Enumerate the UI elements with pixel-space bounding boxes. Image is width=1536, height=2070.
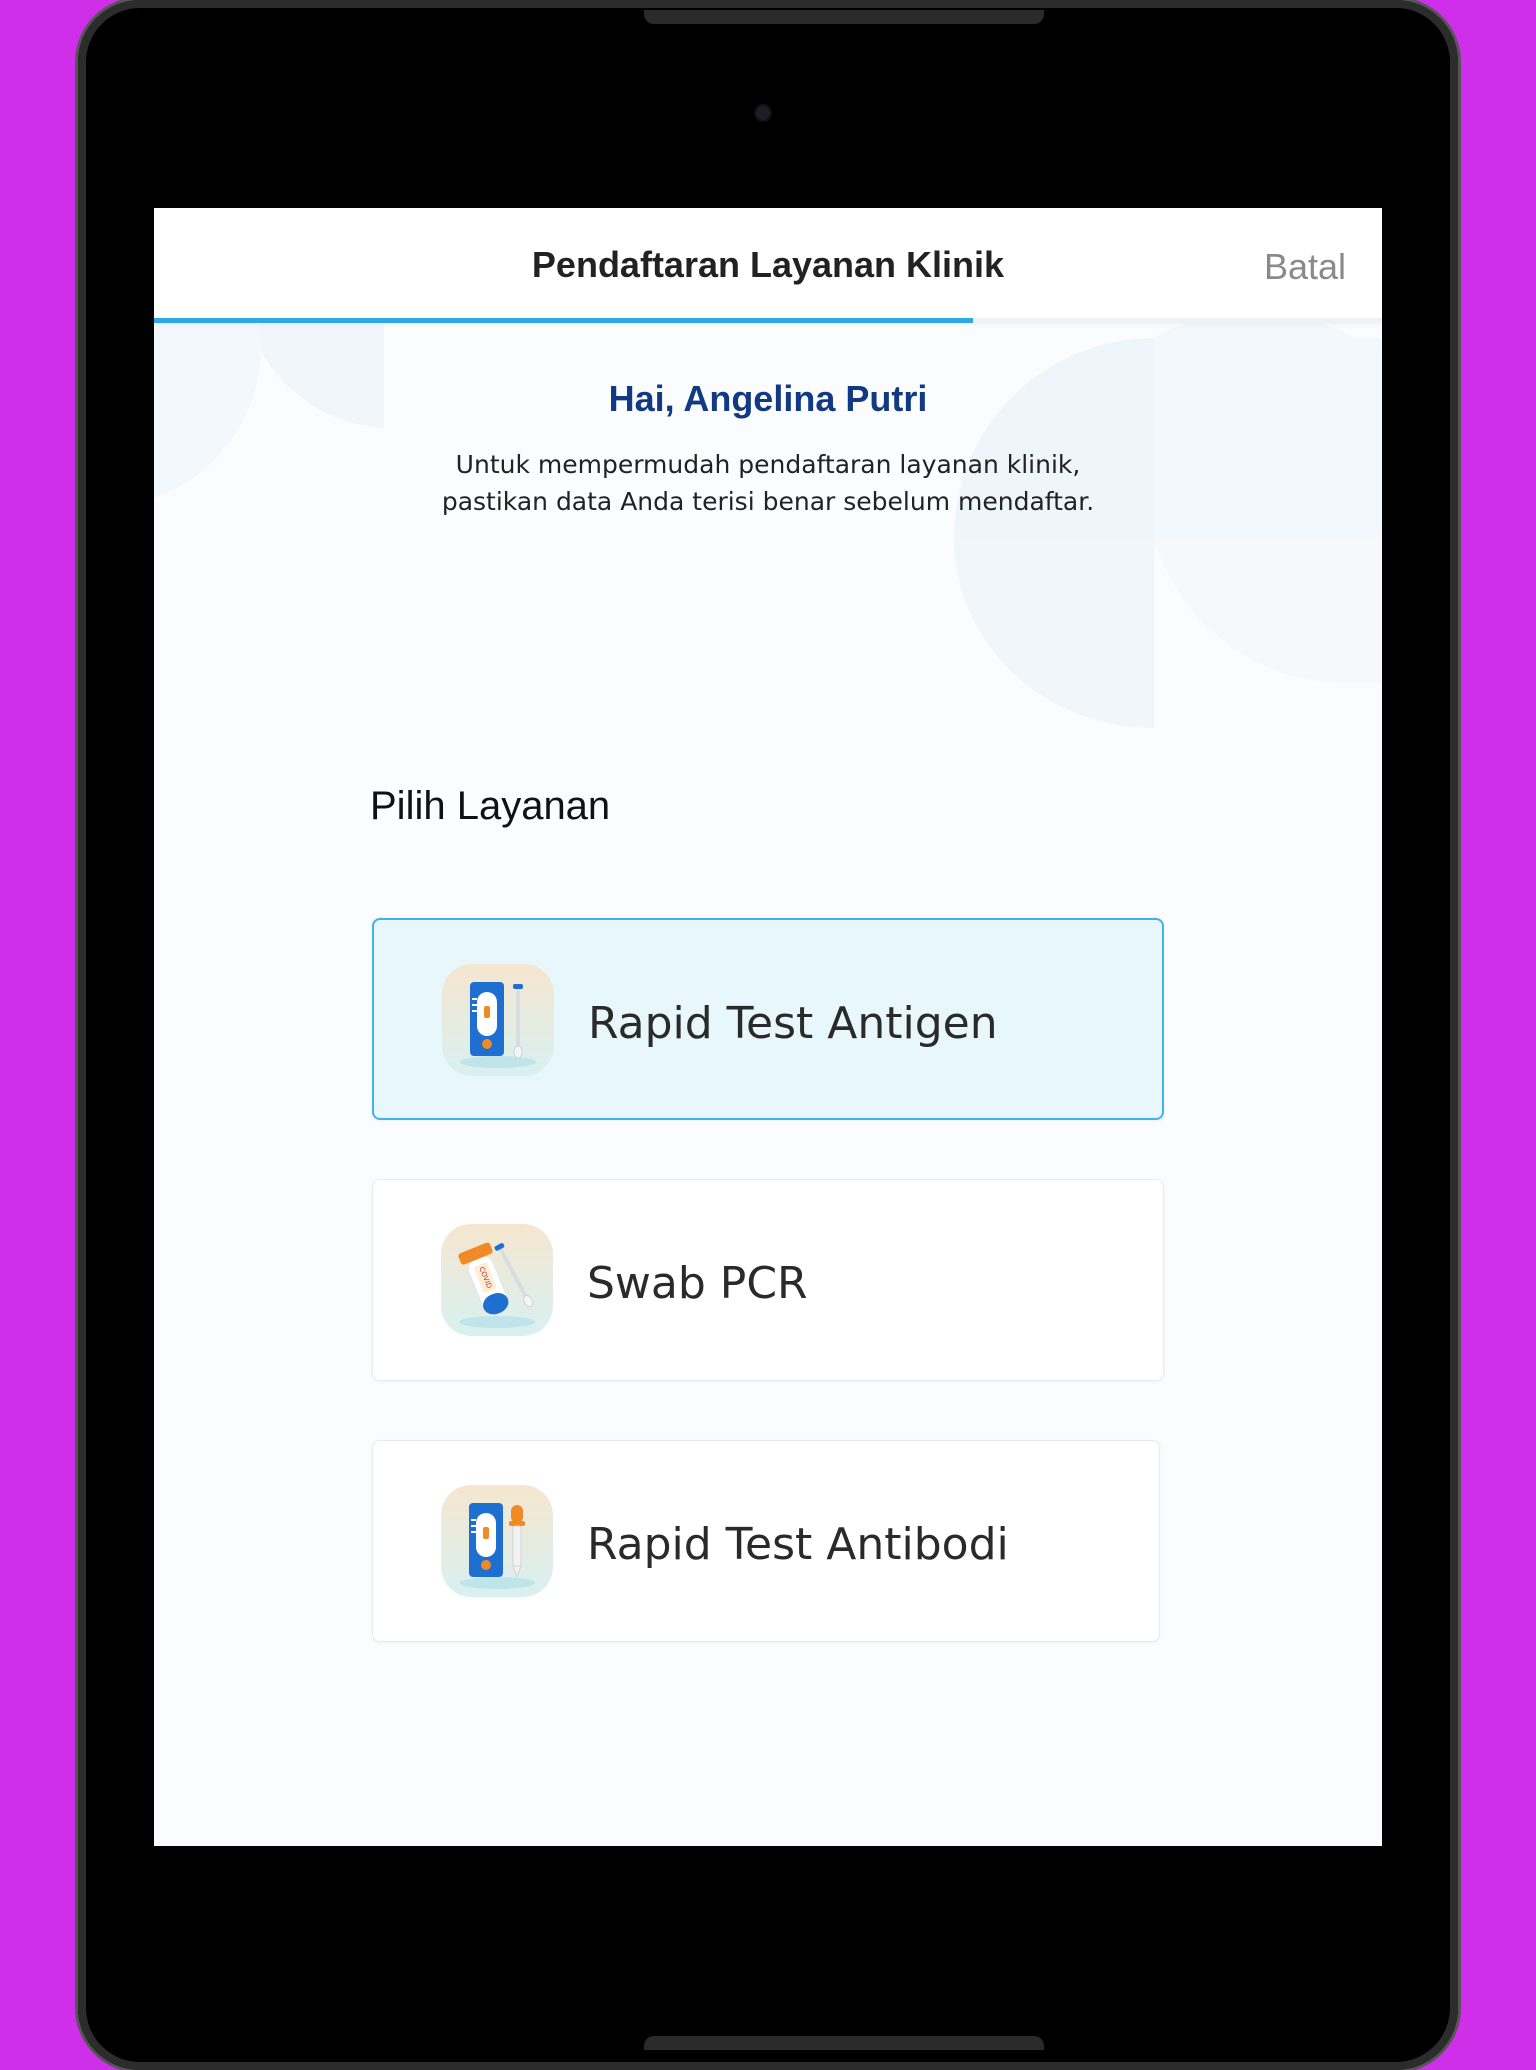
service-card-swab-pcr[interactable]: COVID Swab PCR	[372, 1179, 1164, 1381]
app-screen: Pendaftaran Layanan Klinik Batal Hai, An…	[154, 208, 1382, 1846]
section-title-choose-service: Pilih Layanan	[370, 784, 611, 828]
front-camera	[756, 106, 770, 120]
greeting-heading: Hai, Angelina Putri	[608, 378, 928, 419]
top-bezel-notch	[644, 10, 1044, 24]
antigen-test-kit-icon	[442, 964, 554, 1076]
cancel-button[interactable]: Batal	[1264, 246, 1346, 288]
intro-text: Untuk mempermudah pendaftaran layanan kl…	[368, 446, 1168, 520]
progress-bar-fill	[154, 318, 974, 323]
registration-progress-bar	[154, 318, 1382, 323]
service-card-rapid-test-antibodi[interactable]: Rapid Test Antibodi	[372, 1440, 1160, 1642]
service-label: Swab PCR	[587, 1258, 808, 1309]
service-card-rapid-test-antigen[interactable]: Rapid Test Antigen	[372, 918, 1164, 1120]
service-label: Rapid Test Antibodi	[587, 1519, 1009, 1570]
service-label: Rapid Test Antigen	[588, 998, 998, 1049]
intro-text-line-1: Untuk mempermudah pendaftaran layanan kl…	[455, 450, 1081, 479]
top-navigation-bar: Pendaftaran Layanan Klinik Batal	[154, 208, 1382, 322]
page-title: Pendaftaran Layanan Klinik	[531, 244, 1005, 285]
intro-text-line-2: pastikan data Anda terisi benar sebelum …	[441, 487, 1095, 516]
pcr-swab-tube-icon: COVID	[441, 1224, 553, 1336]
antibody-test-kit-icon	[441, 1485, 553, 1597]
